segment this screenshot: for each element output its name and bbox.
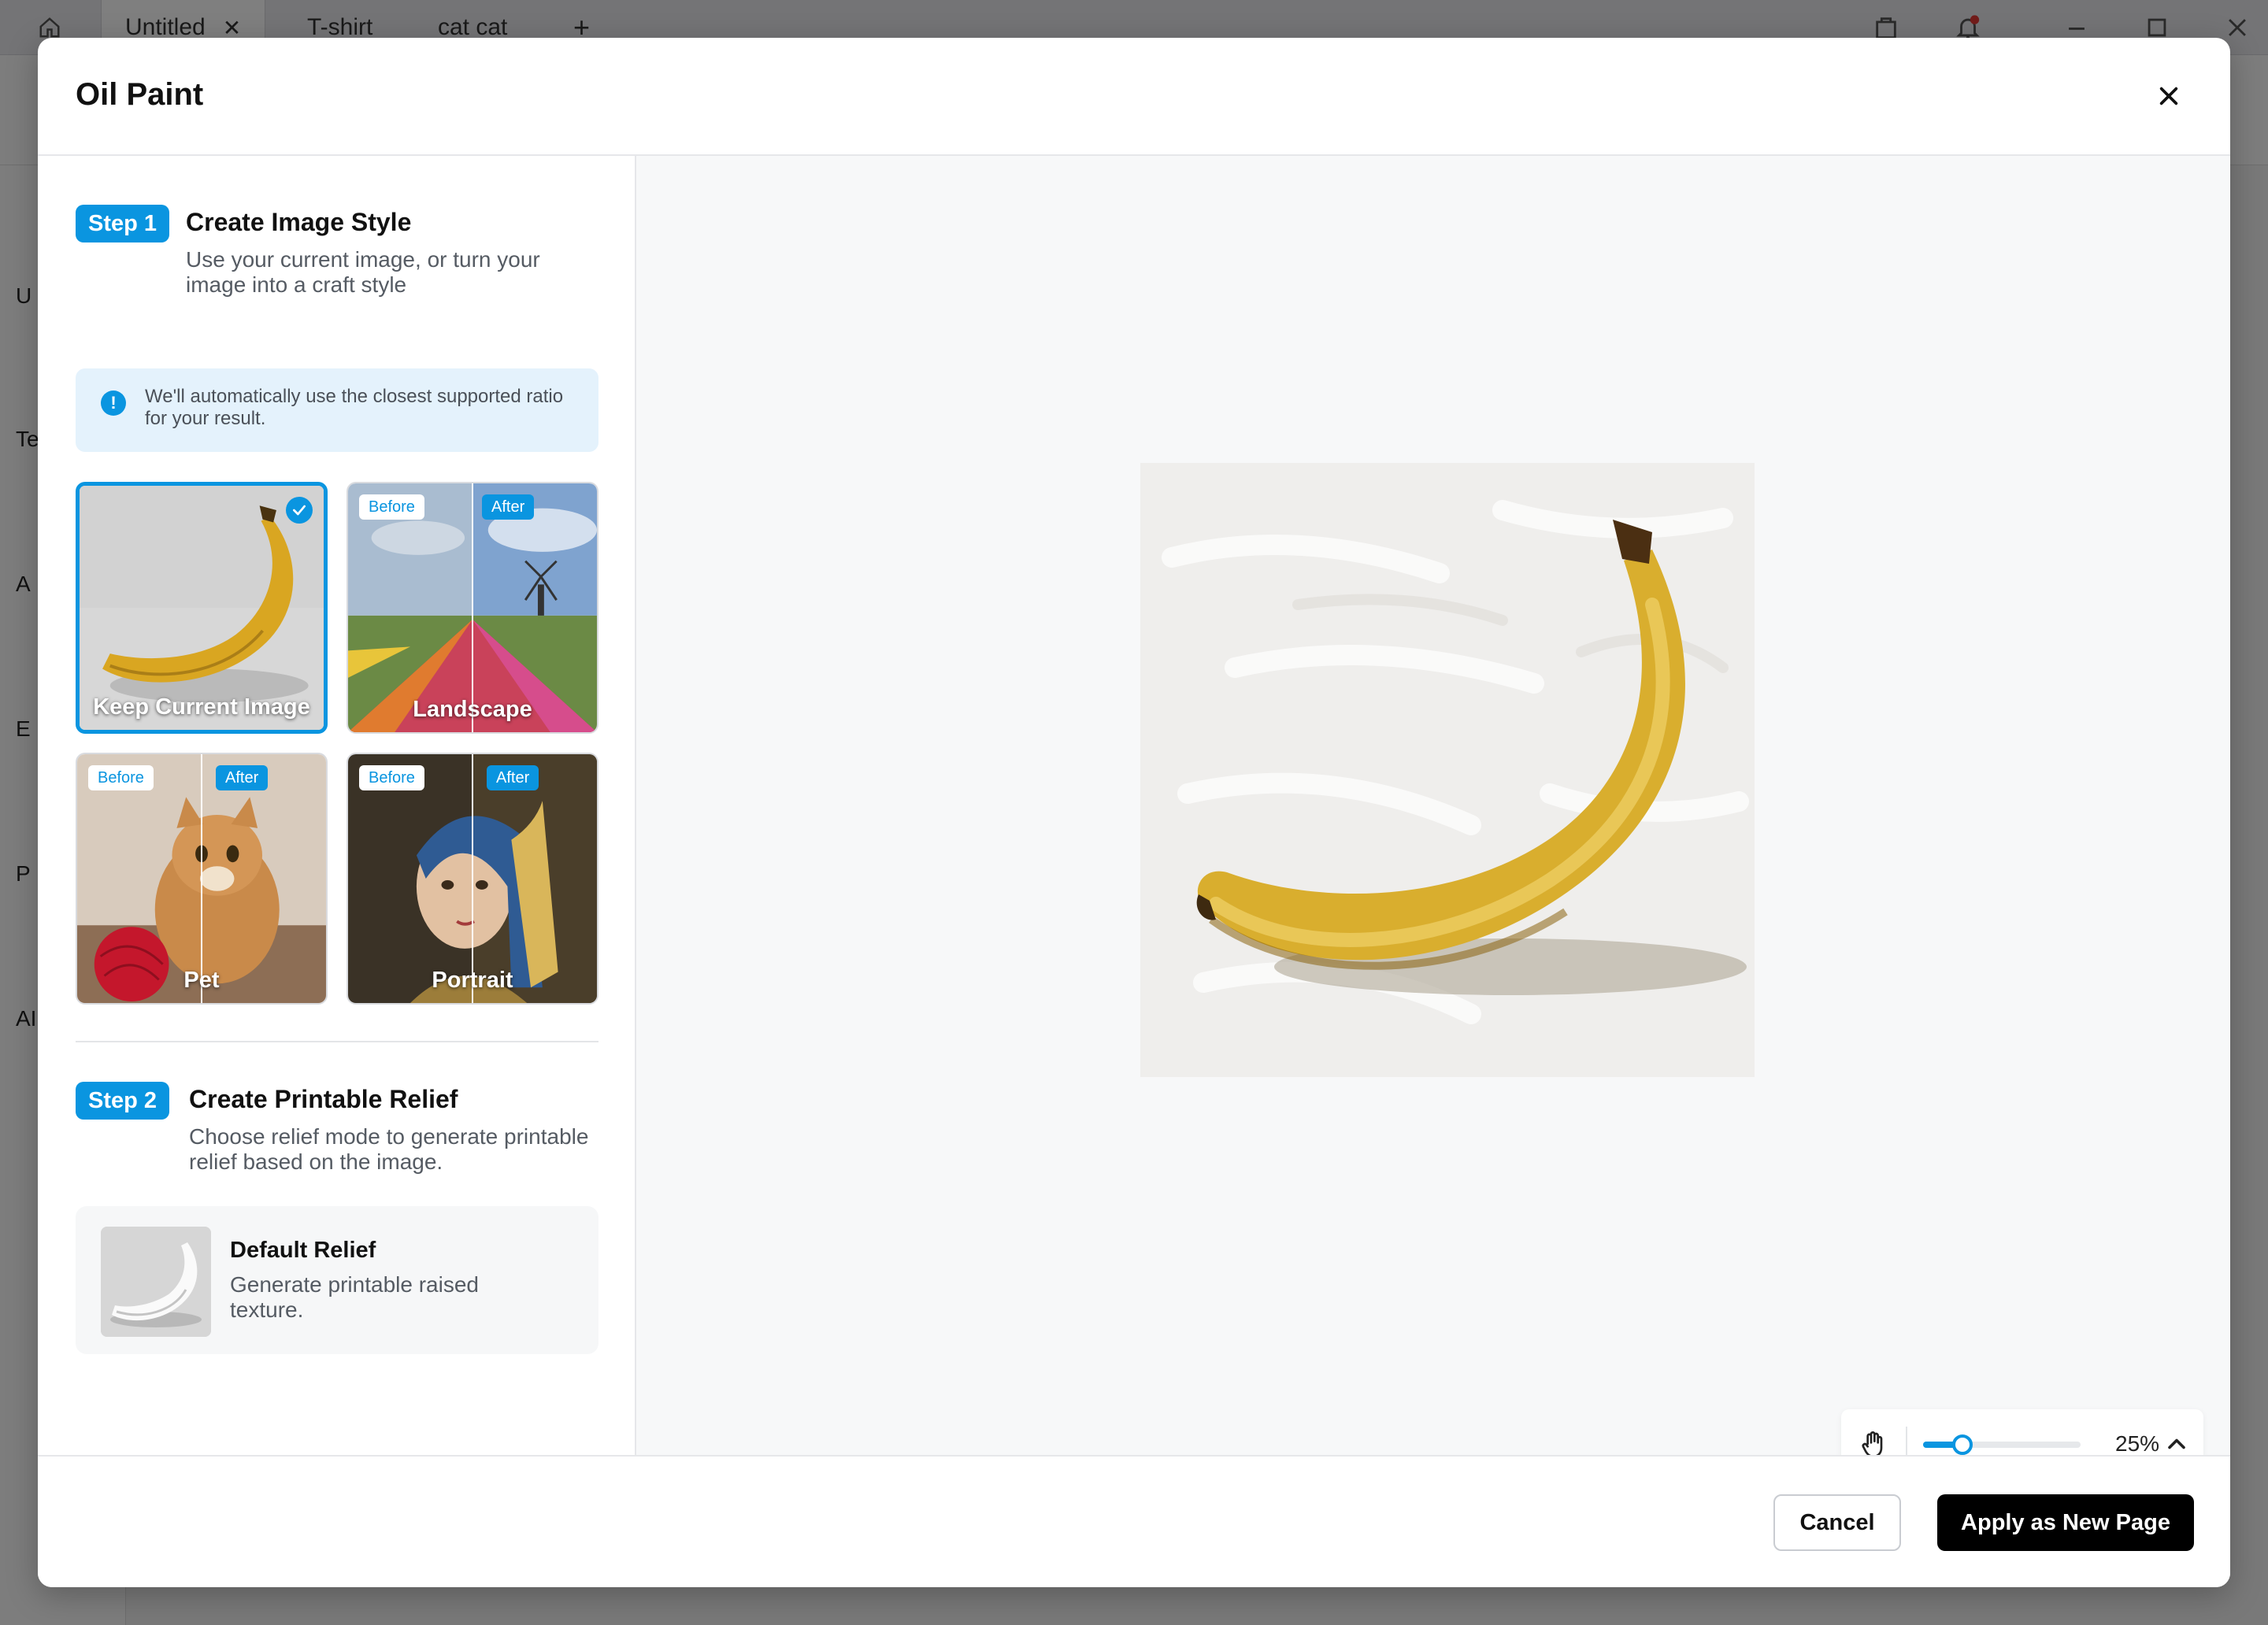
style-label: Landscape bbox=[413, 697, 532, 722]
cancel-button[interactable]: Cancel bbox=[1773, 1494, 1901, 1551]
section-divider bbox=[76, 1041, 598, 1042]
dialog-header: Oil Paint bbox=[38, 38, 2230, 156]
after-tag: After bbox=[487, 765, 539, 790]
oil-paint-preview-image bbox=[1140, 463, 1755, 1077]
info-text: We'll automatically use the closest supp… bbox=[145, 386, 564, 429]
chevron-up-icon[interactable] bbox=[2162, 1430, 2191, 1458]
relief-title: Default Relief bbox=[230, 1238, 376, 1263]
zoom-value: 25% bbox=[2115, 1431, 2160, 1456]
check-icon bbox=[286, 497, 313, 524]
relief-thumbnail bbox=[101, 1227, 211, 1337]
preview-canvas[interactable]: 25% bbox=[636, 156, 2230, 1479]
after-tag: After bbox=[216, 765, 269, 790]
apply-as-new-page-button[interactable]: Apply as New Page bbox=[1937, 1494, 2194, 1551]
banana-thumbnail bbox=[80, 486, 324, 730]
style-label: Pet bbox=[183, 968, 220, 993]
relief-description: Generate printable raised texture. bbox=[230, 1272, 479, 1322]
pet-thumbnail bbox=[77, 754, 326, 1003]
style-option-pet[interactable]: Before After Pet bbox=[76, 753, 328, 1005]
step-2-description: Choose relief mode to generate printable… bbox=[189, 1124, 589, 1174]
step-2-badge: Step 2 bbox=[76, 1082, 170, 1120]
after-tag: After bbox=[482, 494, 535, 520]
step-2-title: Create Printable Relief bbox=[189, 1085, 458, 1113]
oil-paint-dialog: Oil Paint Step 1 Create Image Style Use … bbox=[38, 38, 2230, 1587]
dialog-title: Oil Paint bbox=[76, 77, 204, 112]
close-button[interactable] bbox=[2151, 79, 2186, 113]
zoom-slider-thumb[interactable] bbox=[1952, 1434, 1973, 1455]
options-panel: Step 1 Create Image Style Use your curre… bbox=[38, 156, 636, 1455]
info-notice: ! We'll automatically use the closest su… bbox=[76, 368, 598, 452]
close-icon bbox=[2159, 87, 2178, 105]
style-option-landscape[interactable]: Before After Landscape bbox=[346, 482, 598, 734]
style-option-keep-current[interactable]: Keep Current Image bbox=[76, 482, 328, 734]
relief-option-default[interactable]: Default Relief Generate printable raised… bbox=[76, 1206, 598, 1354]
step-1-title: Create Image Style bbox=[186, 208, 412, 236]
style-label: Keep Current Image bbox=[93, 694, 310, 720]
step-1-description: Use your current image, or turn your ima… bbox=[186, 247, 540, 297]
info-icon: ! bbox=[101, 391, 126, 416]
dialog-footer: Cancel Apply as New Page bbox=[38, 1455, 2230, 1587]
step-1-badge: Step 1 bbox=[76, 205, 170, 242]
before-tag: Before bbox=[88, 765, 154, 790]
style-label: Portrait bbox=[432, 968, 513, 993]
before-tag: Before bbox=[359, 494, 424, 520]
zoom-slider[interactable] bbox=[1923, 1434, 2081, 1455]
before-tag: Before bbox=[359, 765, 424, 790]
style-option-portrait[interactable]: Before After Portrait bbox=[346, 753, 598, 1005]
landscape-thumbnail bbox=[348, 483, 597, 732]
portrait-thumbnail bbox=[348, 754, 597, 1003]
